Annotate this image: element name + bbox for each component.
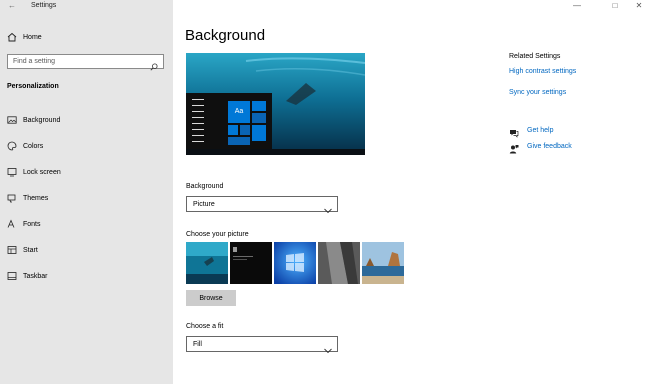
get-help-link[interactable]: Get help [527, 127, 553, 134]
get-help-row[interactable]: Get help [509, 125, 553, 138]
image-icon [7, 115, 17, 125]
taskbar-icon [7, 271, 17, 281]
start-tile [252, 125, 266, 141]
start-tile [228, 137, 250, 145]
sidebar-item-background[interactable]: Background [7, 114, 60, 126]
background-dropdown-value: Picture [193, 201, 215, 208]
chevron-down-icon [324, 341, 332, 354]
feedback-icon [509, 141, 519, 154]
tile-label: Aa [234, 108, 244, 115]
start-tile [252, 101, 266, 111]
sidebar: ← Settings Home Find a setting Personali… [0, 0, 173, 384]
sidebar-item-label: Lock screen [23, 168, 61, 176]
sidebar-item-label: Background [23, 116, 61, 124]
start-menu-list [192, 99, 204, 145]
sidebar-item-themes[interactable]: Themes [7, 192, 48, 204]
fonts-icon [7, 219, 17, 229]
fit-dropdown[interactable]: Fill [186, 336, 338, 354]
close-icon[interactable]: ✕ [629, 0, 649, 12]
start-menu-preview: Aa [186, 93, 272, 149]
sync-settings-link[interactable]: Sync your settings [509, 89, 566, 96]
start-tile [228, 125, 238, 135]
maximize-icon[interactable]: □ [605, 0, 625, 12]
sidebar-item-label: Taskbar [23, 272, 48, 280]
search-input[interactable]: Find a setting [7, 54, 164, 71]
palette-icon [7, 141, 17, 151]
fit-label: Choose a fit [186, 323, 224, 330]
sidebar-item-label: Colors [23, 142, 44, 150]
themes-icon [7, 193, 17, 203]
picture-thumbnail-underwater[interactable] [186, 242, 228, 284]
sidebar-item-label: Themes [23, 194, 49, 202]
picture-thumbnail-rock[interactable] [318, 242, 360, 284]
sidebar-home[interactable]: Home [7, 31, 42, 43]
background-dropdown[interactable]: Picture [186, 196, 338, 214]
search-icon[interactable] [150, 58, 158, 71]
minimize-icon[interactable]: — [567, 0, 587, 12]
sidebar-item-start[interactable]: Start [7, 244, 38, 256]
choose-picture-label: Choose your picture [186, 231, 249, 238]
sidebar-item-colors[interactable]: Colors [7, 140, 43, 152]
desktop-preview: Aa [186, 53, 365, 155]
sidebar-item-fonts[interactable]: Fonts [7, 218, 41, 230]
start-icon [7, 245, 17, 255]
background-label: Background [186, 183, 224, 190]
give-feedback-link[interactable]: Give feedback [527, 143, 572, 150]
related-settings-title: Related Settings [509, 53, 561, 60]
back-arrow-icon[interactable]: ← [6, 0, 18, 12]
high-contrast-link[interactable]: High contrast settings [509, 68, 576, 75]
start-tile-large: Aa [228, 101, 250, 123]
picture-thumbnail-dark[interactable] [230, 242, 272, 284]
search-placeholder: Find a setting [13, 58, 56, 65]
sidebar-item-taskbar[interactable]: Taskbar [7, 270, 48, 282]
window-title: Settings [31, 2, 57, 9]
lock-screen-icon [7, 167, 17, 177]
home-icon [7, 32, 17, 42]
sidebar-item-label: Start [23, 246, 38, 254]
sidebar-item-lock-screen[interactable]: Lock screen [7, 166, 61, 178]
page-title: Background [185, 27, 266, 44]
help-chat-icon [509, 125, 519, 138]
picture-thumbnail-windows-blue[interactable] [274, 242, 316, 284]
start-tile [252, 113, 266, 123]
give-feedback-row[interactable]: Give feedback [509, 141, 572, 154]
start-tile [240, 125, 250, 135]
chevron-down-icon [324, 201, 332, 214]
picture-thumbnail-beach[interactable] [362, 242, 404, 284]
section-title: Personalization [7, 83, 59, 90]
browse-button[interactable]: Browse [186, 290, 236, 306]
sidebar-item-label: Fonts [23, 220, 41, 228]
main-pane: — □ ✕ Background Aa Background Picture C… [173, 0, 650, 384]
home-label: Home [23, 33, 42, 41]
fit-dropdown-value: Fill [193, 341, 202, 348]
